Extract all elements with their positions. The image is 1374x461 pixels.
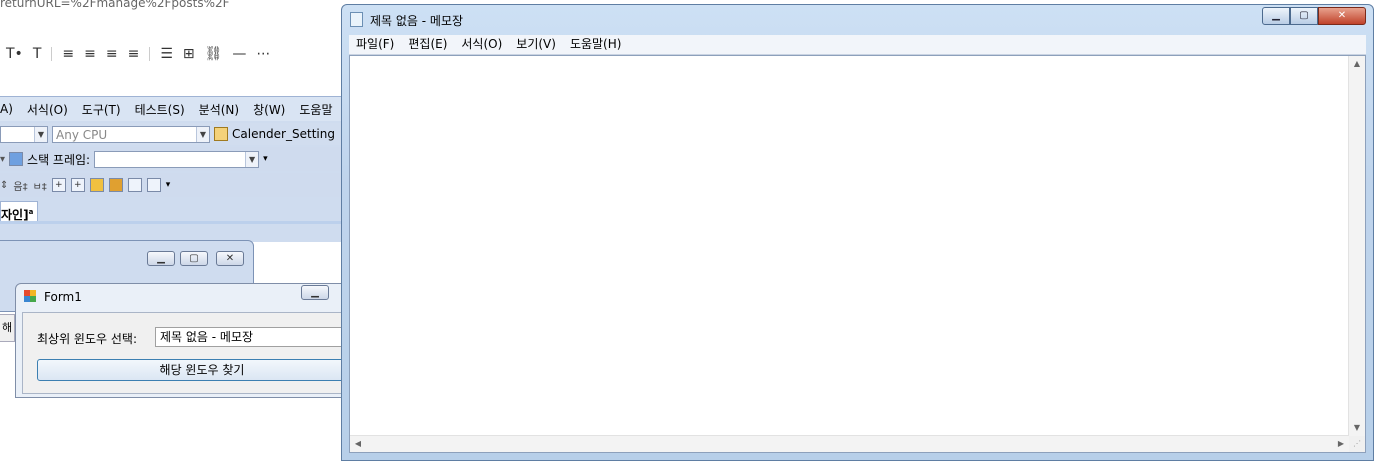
window-select-label: 최상위 윈도우 선택: [37, 332, 137, 346]
vs-menu-tools[interactable]: 도구(T) [82, 101, 121, 118]
list-icon[interactable]: ☰ [160, 46, 173, 62]
maximize-icon[interactable]: ▢ [1290, 7, 1318, 25]
vs-menu-test[interactable]: 테스트(S) [135, 101, 185, 118]
horizontal-rule-icon[interactable]: — [232, 46, 246, 62]
find-window-button[interactable]: 해당 윈도우 찾기 [37, 359, 367, 381]
partial-label: 해 [0, 314, 15, 342]
vs-layout-toolbar: ⇕ 음‡ ㅂ‡ + + ▾ [0, 173, 345, 197]
table-icon[interactable]: ⊞ [183, 46, 195, 62]
close-icon[interactable]: ✕ [216, 251, 244, 266]
menu-view[interactable]: 보기(V) [509, 35, 563, 54]
more-icon[interactable]: ⋯ [256, 46, 270, 62]
increase-spacing-icon[interactable]: 음‡ [13, 178, 27, 193]
chevron-down-icon: ▼ [245, 151, 259, 167]
platform-value: Any CPU [56, 127, 108, 142]
center-horizontal-icon[interactable]: + [51, 178, 66, 192]
notepad-icon [350, 12, 363, 27]
decrease-spacing-icon[interactable]: ㅂ‡ [33, 178, 47, 193]
designer-tab-label: 자인] [1, 208, 29, 222]
align-center-icon[interactable]: ≡ [84, 46, 96, 62]
close-icon[interactable]: ✕ [1318, 7, 1366, 25]
menu-edit[interactable]: 편집(E) [401, 35, 454, 54]
config-combo[interactable]: ▼ [0, 125, 48, 143]
scroll-down-icon[interactable]: ▼ [1349, 420, 1365, 436]
text-box-icon[interactable]: T [33, 46, 42, 62]
browser-url-fragment: returnURL=%2Fmanage%2Fposts%2F [0, 0, 230, 10]
form-app-icon [24, 290, 36, 302]
form1-window: Form1 ▁ 최상위 윈도우 선택: 제목 없음 - 메모장 해당 윈도우 찾… [15, 283, 367, 398]
dropdown-arrow-icon[interactable]: ▾ [0, 154, 5, 165]
resize-grip-icon[interactable]: ⋰ [1349, 436, 1365, 452]
notepad-window: 제목 없음 - 메모장 ▁ ▢ ✕ 파일(F) 편집(E) 서식(O) 보기(V… [341, 4, 1374, 461]
vs-menu-architecture[interactable]: A) [0, 102, 13, 116]
horizontal-scrollbar[interactable]: ◀ ▶ [350, 435, 1349, 452]
bring-front-icon[interactable] [89, 178, 104, 192]
tab-order-icon[interactable] [127, 178, 142, 192]
scroll-right-icon[interactable]: ▶ [1333, 436, 1349, 452]
startup-project-label: Calender_Setting [232, 127, 335, 141]
chevron-down-icon: ▼ [34, 126, 47, 142]
editor-toolbar: T• T ≡ ≡ ≡ ≡ ☰ ⊞ ⛓ — ⋯ [0, 40, 351, 68]
filter-icon[interactable] [9, 152, 24, 166]
toolbar-overflow-icon[interactable]: ▾ [263, 154, 268, 164]
form1-title: Form1 [44, 290, 82, 304]
vertical-scrollbar[interactable]: ▲ ▼ [1348, 56, 1365, 436]
toolbar-separator [149, 47, 151, 61]
align-justify-icon[interactable]: ≡ [128, 46, 140, 62]
window-title-input[interactable]: 제목 없음 - 메모장 [155, 327, 355, 347]
minimize-icon[interactable]: ▁ [301, 285, 329, 300]
stack-frame-label: 스택 프레임: [27, 152, 91, 167]
notepad-menubar: 파일(F) 편집(E) 서식(O) 보기(V) 도움말(H) [349, 35, 1366, 55]
scroll-up-icon[interactable]: ▲ [1349, 56, 1365, 72]
align-right-icon[interactable]: ≡ [106, 46, 118, 62]
vs-menu-format[interactable]: 서식(O) [27, 101, 68, 118]
form1-client-area: 최상위 윈도우 선택: 제목 없음 - 메모장 해당 윈도우 찾기 [22, 312, 367, 394]
notepad-text-area[interactable]: ▲ ▼ ◀ ▶ ⋰ [349, 55, 1366, 453]
platform-combo[interactable]: Any CPU ▼ [52, 125, 210, 143]
chevron-down-icon: ▼ [196, 126, 209, 142]
open-folder-icon[interactable] [214, 127, 228, 141]
minimize-icon[interactable]: ▁ [147, 251, 175, 266]
vs-menubar: A) 서식(O) 도구(T) 테스트(S) 분석(N) 창(W) 도움말 [0, 97, 345, 121]
visual-studio-window: A) 서식(O) 도구(T) 테스트(S) 분석(N) 창(W) 도움말 ▼ A… [0, 96, 345, 242]
vs-menu-help[interactable]: 도움말 [299, 101, 332, 118]
toolbar-separator [51, 47, 53, 61]
link-icon[interactable]: ⛓ [205, 46, 223, 62]
maximize-icon[interactable]: ▢ [180, 251, 208, 266]
vertical-spacing-icon[interactable]: ⇕ [0, 180, 8, 191]
send-back-icon[interactable] [108, 178, 123, 192]
menu-file[interactable]: 파일(F) [349, 35, 401, 54]
stack-frame-combo[interactable]: ▼ [94, 150, 260, 168]
minimize-icon[interactable]: ▁ [1262, 7, 1290, 25]
toolbar-overflow-icon[interactable]: ▾ [166, 180, 171, 190]
menu-format[interactable]: 서식(O) [454, 35, 509, 54]
caption-buttons: ▁ ▢ ✕ [1262, 7, 1368, 25]
designer-tab[interactable]: 자인]a [0, 201, 38, 222]
scroll-left-icon[interactable]: ◀ [350, 436, 366, 452]
notepad-title: 제목 없음 - 메모장 [370, 14, 464, 28]
vs-debug-toolbar: ▾ 스택 프레임: ▼ ▾ [0, 147, 345, 171]
vs-standard-toolbar: ▼ Any CPU ▼ Calender_Setting [0, 123, 345, 145]
align-left-icon[interactable]: ≡ [62, 46, 74, 62]
align-grid-icon[interactable] [146, 178, 161, 192]
center-vertical-icon[interactable]: + [70, 178, 85, 192]
text-style-icon[interactable]: T• [6, 46, 23, 62]
tab-underline [0, 221, 345, 224]
menu-help[interactable]: 도움말(H) [563, 35, 629, 54]
tab-pin-icon: a [28, 208, 34, 216]
vs-menu-window[interactable]: 창(W) [253, 101, 285, 118]
vs-menu-analyze[interactable]: 분석(N) [199, 101, 239, 118]
